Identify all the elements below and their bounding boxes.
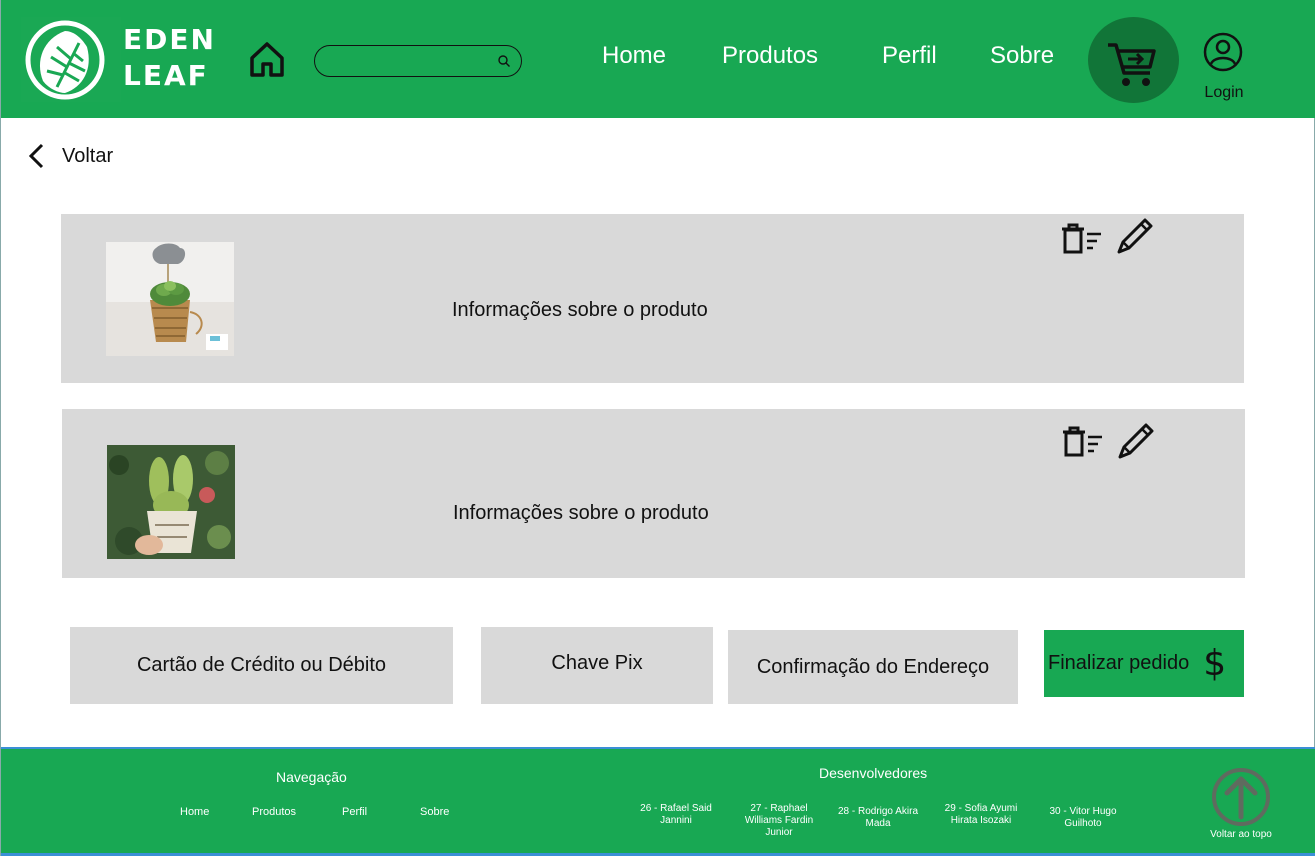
finish-order-label: Finalizar pedido [1048, 652, 1190, 674]
back-button[interactable]: Voltar [28, 143, 113, 169]
footer: Navegação Home Produtos Perfil Sobre Des… [1, 747, 1315, 856]
footer-link-produtos[interactable]: Produtos [252, 806, 296, 818]
address-confirm-button[interactable]: Confirmação do Endereço [728, 630, 1018, 704]
footer-link-sobre[interactable]: Sobre [420, 806, 449, 818]
cart-icon [1108, 43, 1156, 86]
cart-item: Informações sobre o produto [61, 214, 1244, 383]
cart-item: Informações sobre o produto [62, 409, 1245, 578]
nav-produtos[interactable]: Produtos [722, 42, 818, 70]
nav-home[interactable]: Home [602, 42, 666, 70]
page: EDEN LEAF Home Produtos Perfil Sobre Log… [0, 0, 1315, 856]
login-label[interactable]: Login [1202, 84, 1246, 102]
leaf-logo-icon [25, 20, 105, 100]
nav-perfil[interactable]: Perfil [882, 42, 937, 70]
footer-nav-title: Navegação [276, 769, 347, 785]
dollar-icon: $ [1203, 643, 1227, 684]
product-image [106, 242, 234, 356]
brand-name: EDEN LEAF [123, 23, 216, 92]
back-label: Voltar [62, 144, 114, 167]
chevron-left-icon [28, 143, 44, 169]
home-icon[interactable] [248, 40, 286, 78]
back-to-top-label[interactable]: Voltar ao topo [1201, 829, 1281, 840]
delete-icon[interactable] [1062, 423, 1106, 459]
footer-link-home[interactable]: Home [180, 806, 209, 818]
developer-name: 27 - Raphael Williams Fardin Junior [744, 803, 814, 838]
developer-name: 29 - Sofia Ayumi Hirata Isozaki [944, 803, 1018, 826]
developer-name: 26 - Rafael Said Jannini [640, 803, 712, 826]
developer-name: 28 - Rodrigo Akira Mada [837, 806, 919, 829]
arrow-up-circle-icon[interactable] [1210, 767, 1272, 827]
product-info: Informações sobre o produto [453, 502, 709, 524]
product-image [107, 445, 235, 559]
developer-name: 30 - Vitor Hugo Guilhoto [1049, 806, 1117, 829]
cart-button[interactable] [1088, 17, 1179, 103]
nav-sobre[interactable]: Sobre [990, 42, 1054, 70]
user-icon[interactable] [1202, 31, 1244, 73]
search-input[interactable] [314, 45, 522, 77]
finish-order-button[interactable]: Finalizar pedido $ [1044, 630, 1244, 697]
product-info: Informações sobre o produto [452, 299, 708, 321]
pix-button[interactable]: Chave Pix [481, 627, 713, 704]
card-payment-button[interactable]: Cartão de Crédito ou Débito [70, 627, 453, 704]
pencil-icon[interactable] [1115, 216, 1155, 256]
footer-devs-title: Desenvolvedores [819, 765, 928, 781]
footer-link-perfil[interactable]: Perfil [342, 806, 367, 818]
pencil-icon[interactable] [1116, 421, 1156, 461]
delete-icon[interactable] [1061, 220, 1105, 256]
header: EDEN LEAF Home Produtos Perfil Sobre Log… [1, 0, 1315, 118]
search-icon[interactable] [497, 54, 511, 68]
